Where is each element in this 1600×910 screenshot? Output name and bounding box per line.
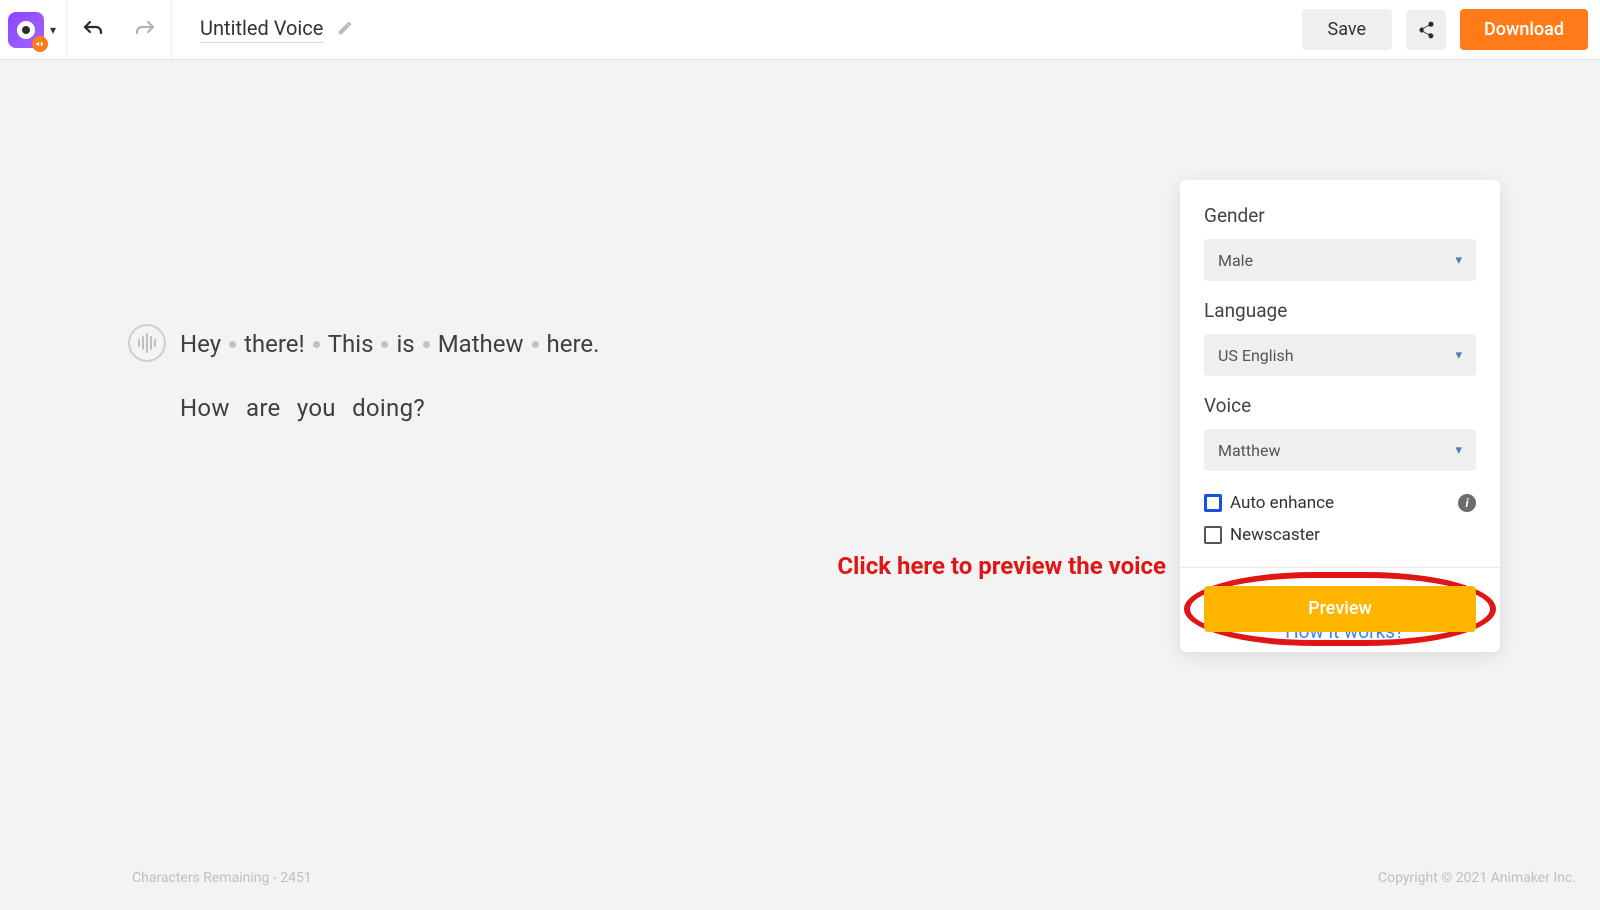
auto-enhance-row[interactable]: Auto enhance i: [1204, 493, 1476, 513]
newscaster-row[interactable]: Newscaster: [1204, 525, 1476, 545]
language-value: US English: [1218, 346, 1294, 365]
chevron-down-icon: ▾: [1455, 253, 1462, 268]
top-toolbar: ▾ Untitled Voice Save Download: [0, 0, 1600, 60]
audio-wave-icon[interactable]: [128, 324, 166, 362]
info-icon[interactable]: i: [1458, 494, 1476, 512]
language-label: Language: [1204, 299, 1476, 322]
share-button[interactable]: [1406, 10, 1446, 50]
voice-dropdown[interactable]: Matthew ▾: [1204, 429, 1476, 471]
editor-line-2: How are you doing?: [180, 386, 599, 432]
download-button[interactable]: Download: [1460, 9, 1588, 50]
voice-settings-panel: Gender Male ▾ Language US English ▾ Voic…: [1180, 180, 1500, 652]
voice-label: Voice: [1204, 394, 1476, 417]
share-icon: [1416, 20, 1436, 40]
newscaster-checkbox[interactable]: [1204, 526, 1222, 544]
chevron-down-icon: ▾: [50, 23, 56, 37]
editor-line-1: Hey there! This is Mathew here.: [180, 322, 599, 368]
auto-enhance-label: Auto enhance: [1230, 493, 1334, 513]
gender-dropdown[interactable]: Male ▾: [1204, 239, 1476, 281]
copyright-text: Copyright © 2021 Animaker Inc.: [1378, 870, 1576, 886]
title-area: Untitled Voice: [200, 16, 353, 43]
logo-menu[interactable]: ▾: [0, 0, 67, 59]
gender-value: Male: [1218, 251, 1253, 270]
undo-button[interactable]: [67, 0, 119, 60]
undo-redo-group: [67, 0, 172, 59]
preview-button[interactable]: Preview: [1204, 586, 1476, 632]
project-title[interactable]: Untitled Voice: [200, 16, 323, 43]
voice-text-editor[interactable]: Hey there! This is Mathew here. How are …: [128, 322, 599, 431]
newscaster-label: Newscaster: [1230, 525, 1320, 545]
panel-divider: [1180, 567, 1500, 568]
chevron-down-icon: ▾: [1455, 443, 1462, 458]
redo-button[interactable]: [119, 0, 171, 60]
main-canvas: Hey there! This is Mathew here. How are …: [0, 60, 1600, 910]
annotation-callout: Click here to preview the voice: [837, 552, 1166, 580]
edit-title-icon[interactable]: [337, 20, 353, 40]
app-logo-icon: [8, 12, 44, 48]
chevron-down-icon: ▾: [1455, 348, 1462, 363]
save-button[interactable]: Save: [1302, 9, 1393, 50]
characters-remaining: Characters Remaining - 2451: [132, 870, 312, 886]
gender-label: Gender: [1204, 204, 1476, 227]
voice-value: Matthew: [1218, 441, 1280, 460]
language-dropdown[interactable]: US English ▾: [1204, 334, 1476, 376]
editor-text[interactable]: Hey there! This is Mathew here. How are …: [180, 322, 599, 431]
auto-enhance-checkbox[interactable]: [1204, 494, 1222, 512]
